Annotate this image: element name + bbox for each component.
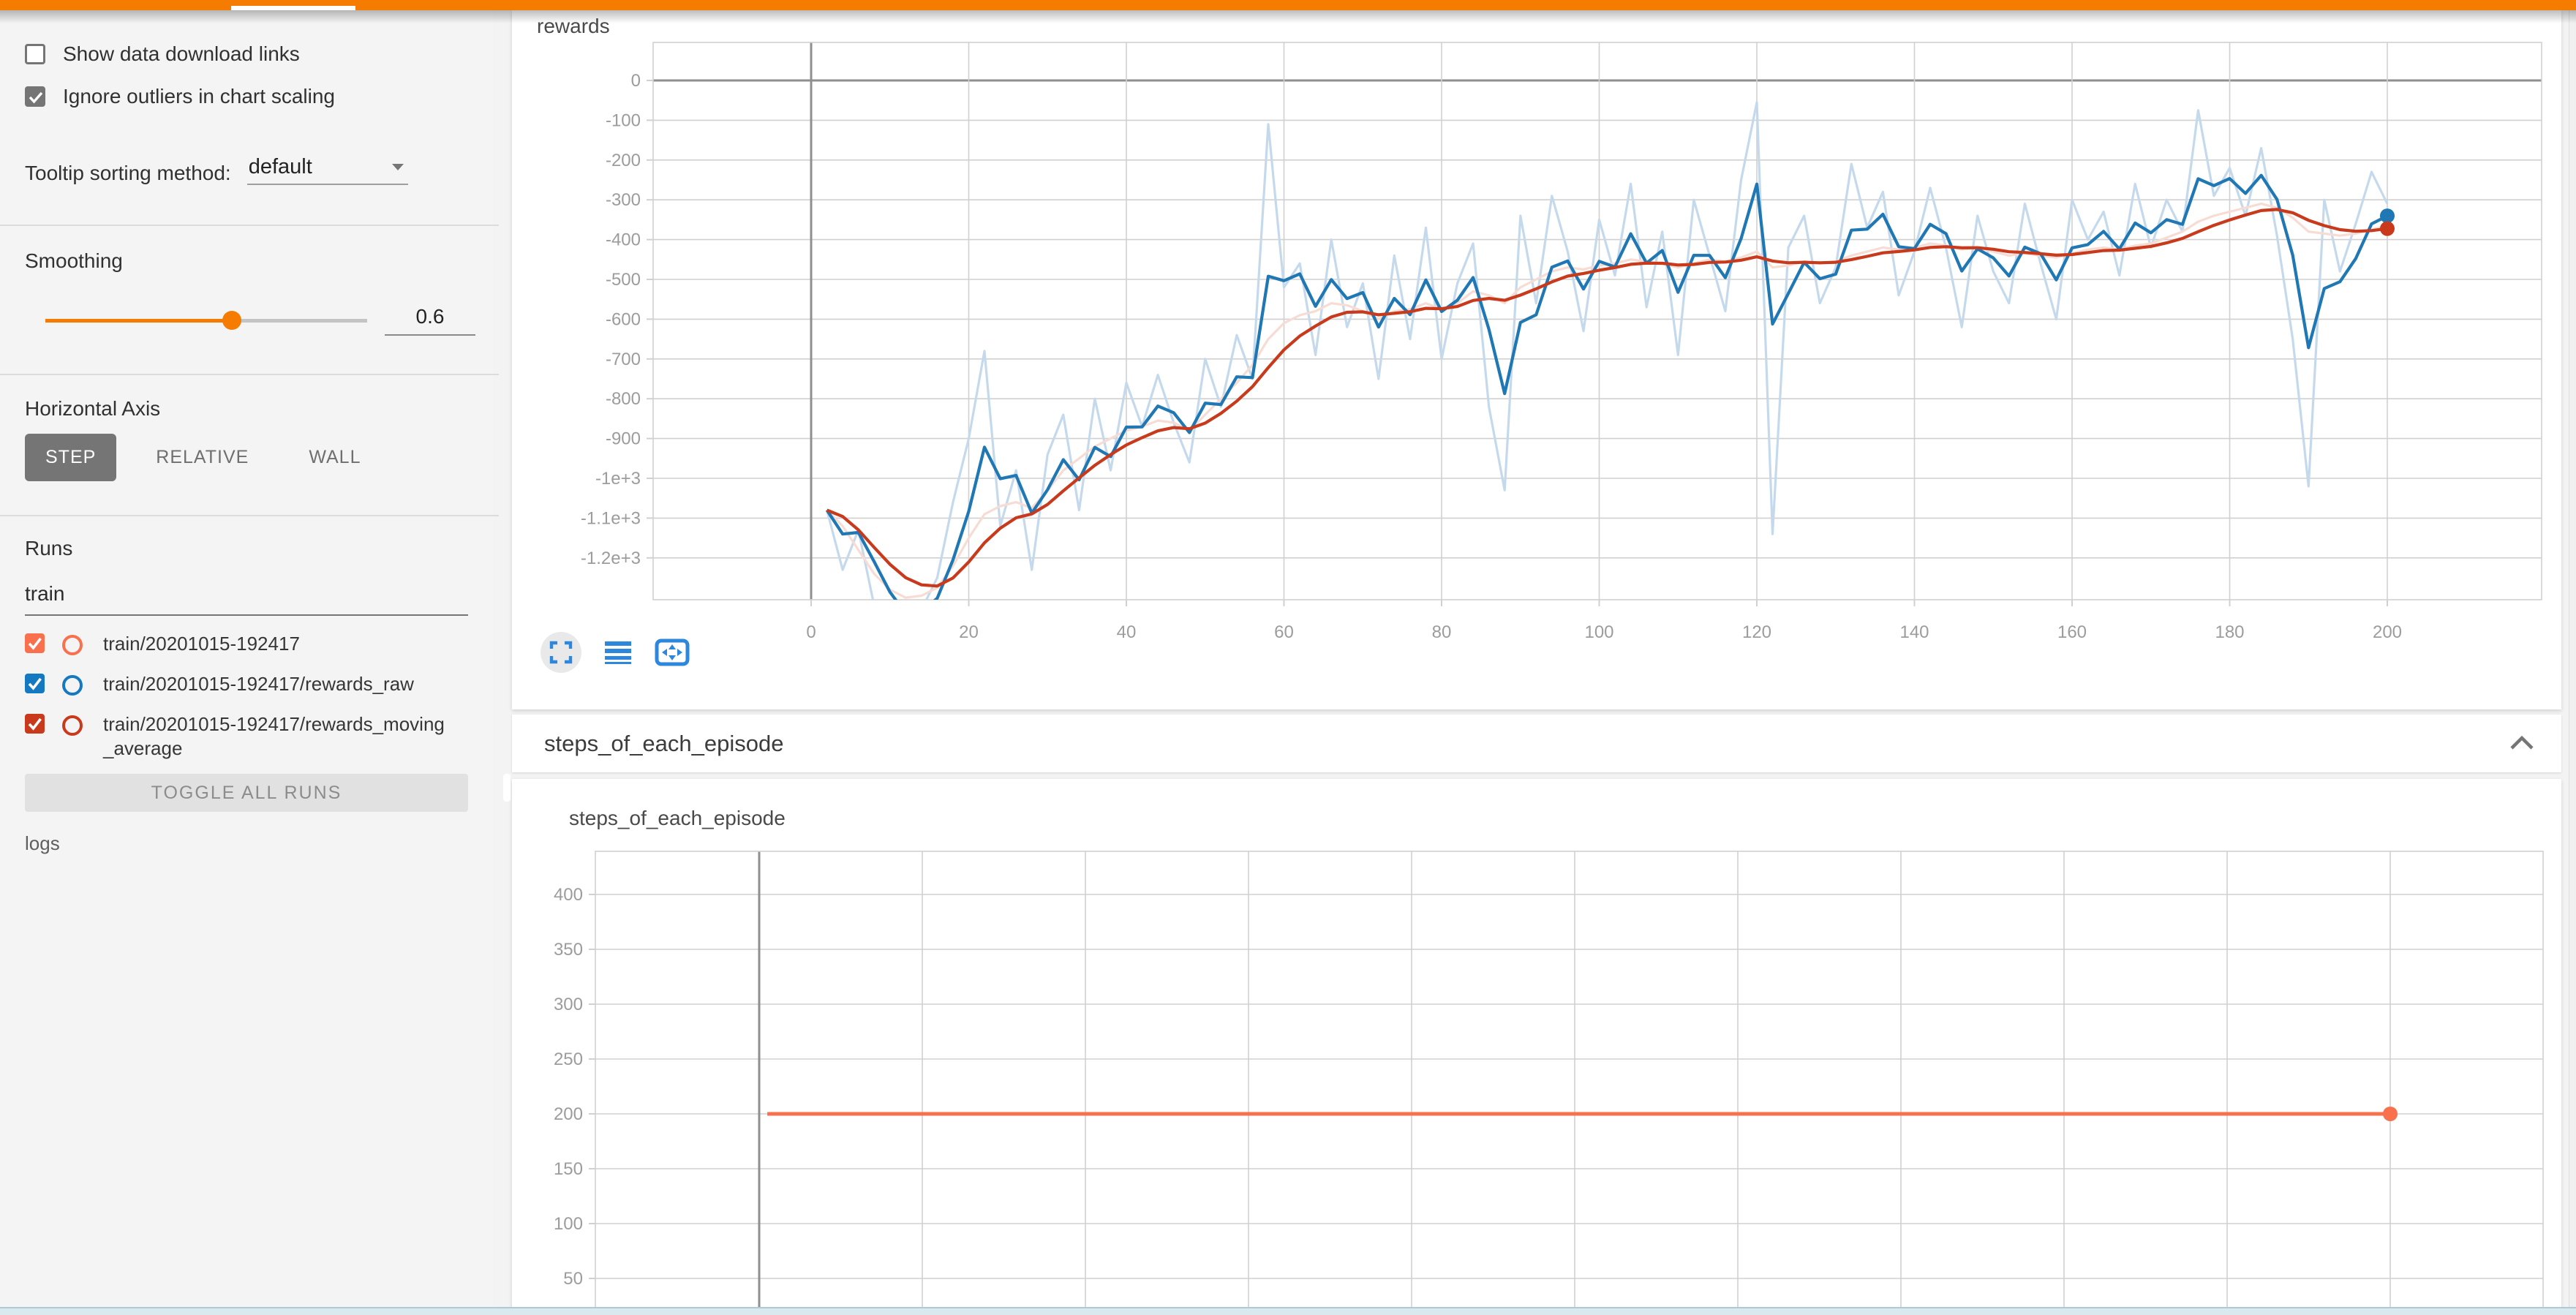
run-label: train/20201015-192417 <box>103 632 447 656</box>
svg-text:180: 180 <box>2215 622 2244 642</box>
axis-option-wall[interactable]: WALL <box>288 434 381 481</box>
run-checkbox-icon[interactable] <box>25 714 45 734</box>
tooltip-sorting-select[interactable]: default <box>247 155 408 185</box>
checkbox-icon[interactable] <box>25 44 45 64</box>
svg-text:-300: -300 <box>606 190 641 210</box>
horizontal-axis-label: Horizontal Axis <box>25 397 493 421</box>
svg-text:200: 200 <box>554 1104 583 1124</box>
slider-fill <box>45 319 232 323</box>
tooltip-sorting-label: Tooltip sorting method: <box>25 162 231 185</box>
svg-text:-1.2e+3: -1.2e+3 <box>581 549 641 568</box>
svg-text:120: 120 <box>1742 622 1771 642</box>
check-icon <box>28 89 44 105</box>
page-scrollbar-track[interactable] <box>2569 10 2576 1314</box>
run-list: train/20201015-192417 train/20201015-1924… <box>25 632 493 761</box>
divider <box>0 515 499 516</box>
steps-chart-card: steps_of_each_episode 400350300250200150… <box>512 779 2561 1314</box>
ignore-outliers-checkbox-row[interactable]: Ignore outliers in chart scaling <box>25 85 493 108</box>
toggle-all-runs-button[interactable]: TOGGLE ALL RUNS <box>25 774 468 812</box>
chevron-down-icon <box>392 164 404 170</box>
run-row[interactable]: train/20201015-192417/rewards_raw <box>25 672 493 696</box>
svg-text:-200: -200 <box>606 151 641 170</box>
run-row[interactable]: train/20201015-192417 <box>25 632 493 656</box>
chevron-up-icon[interactable] <box>2509 735 2535 755</box>
smoothing-value[interactable]: 0.6 <box>385 305 475 336</box>
svg-text:-500: -500 <box>606 270 641 290</box>
checkbox-label: Show data download links <box>63 42 300 66</box>
steps-line-chart[interactable]: 400 350 300 250 200 150 100 50 <box>512 779 2561 1314</box>
divider <box>0 374 499 375</box>
smoothing-label: Smoothing <box>25 249 493 273</box>
svg-text:-1.1e+3: -1.1e+3 <box>581 508 641 528</box>
svg-text:-600: -600 <box>606 309 641 329</box>
sidebar-scrollbar-thumb[interactable] <box>503 774 511 802</box>
run-checkbox-icon[interactable] <box>25 633 45 653</box>
page-bottom-edge <box>0 1307 2576 1315</box>
chart-toolbar <box>541 630 690 674</box>
svg-text:60: 60 <box>1274 622 1294 642</box>
svg-text:-400: -400 <box>606 230 641 250</box>
svg-text:100: 100 <box>554 1214 583 1234</box>
svg-text:100: 100 <box>1584 622 1613 642</box>
svg-text:-1e+3: -1e+3 <box>595 469 641 489</box>
svg-text:40: 40 <box>1117 622 1137 642</box>
svg-text:-900: -900 <box>606 429 641 449</box>
svg-text:350: 350 <box>554 940 583 960</box>
svg-text:160: 160 <box>2057 622 2087 642</box>
svg-text:140: 140 <box>1899 622 1929 642</box>
runs-label: Runs <box>25 537 493 560</box>
svg-text:400: 400 <box>554 885 583 905</box>
divider <box>0 225 499 226</box>
run-color-radio-icon[interactable] <box>62 715 83 736</box>
checkbox-label: Ignore outliers in chart scaling <box>63 85 335 108</box>
svg-text:-800: -800 <box>606 389 641 409</box>
run-color-radio-icon[interactable] <box>62 635 83 655</box>
fit-domain-icon[interactable] <box>655 638 690 666</box>
tensorboard-scalars-page: Show data download links Ignore outliers… <box>0 0 2576 1314</box>
section-title: steps_of_each_episode <box>544 731 783 757</box>
smoothing-slider[interactable] <box>45 311 367 330</box>
smoothing-row: 0.6 <box>25 305 493 336</box>
axis-option-step[interactable]: STEP <box>25 434 116 481</box>
run-label: train/20201015-192417/rewards_moving_ave… <box>103 712 447 761</box>
axis-option-relative[interactable]: RELATIVE <box>135 434 269 481</box>
logdir-label: logs <box>25 832 493 855</box>
svg-text:200: 200 <box>2373 622 2402 642</box>
svg-text:300: 300 <box>554 995 583 1014</box>
tooltip-sorting-value: default <box>249 155 312 179</box>
horizontal-axis-button-group: STEP RELATIVE WALL <box>25 434 493 481</box>
svg-text:0: 0 <box>631 71 641 91</box>
checkbox-icon[interactable] <box>25 86 45 107</box>
data-rows-icon[interactable] <box>605 640 631 665</box>
tooltip-sorting-row: Tooltip sorting method: default <box>25 155 493 185</box>
svg-text:50: 50 <box>563 1269 583 1289</box>
rewards-chart-card: rewards 0-100-200-300-400-500-600-700-80… <box>512 10 2561 709</box>
run-filter-input[interactable] <box>25 582 468 616</box>
run-color-radio-icon[interactable] <box>62 675 83 696</box>
fullscreen-icon[interactable] <box>541 632 581 673</box>
run-row[interactable]: train/20201015-192417/rewards_moving_ave… <box>25 712 493 761</box>
svg-text:20: 20 <box>959 622 979 642</box>
run-label: train/20201015-192417/rewards_raw <box>103 672 447 696</box>
active-tab-indicator <box>231 6 355 10</box>
svg-text:150: 150 <box>554 1159 583 1179</box>
slider-thumb[interactable] <box>222 311 241 330</box>
svg-text:80: 80 <box>1432 622 1452 642</box>
run-checkbox-icon[interactable] <box>25 674 45 693</box>
rewards-line-chart[interactable]: 0 -100 -200 -300 -400 -500 -600 -700 -800 -900 -1e… <box>512 10 2561 709</box>
svg-text:250: 250 <box>554 1050 583 1069</box>
svg-text:0: 0 <box>806 622 816 642</box>
show-download-links-checkbox-row[interactable]: Show data download links <box>25 42 493 66</box>
top-toolbar <box>0 0 2576 10</box>
section-header-steps-of-each-episode[interactable]: steps_of_each_episode <box>512 715 2561 772</box>
svg-text:-700: -700 <box>606 350 641 369</box>
svg-text:-100: -100 <box>606 110 641 130</box>
settings-sidebar: Show data download links Ignore outliers… <box>0 10 493 1308</box>
